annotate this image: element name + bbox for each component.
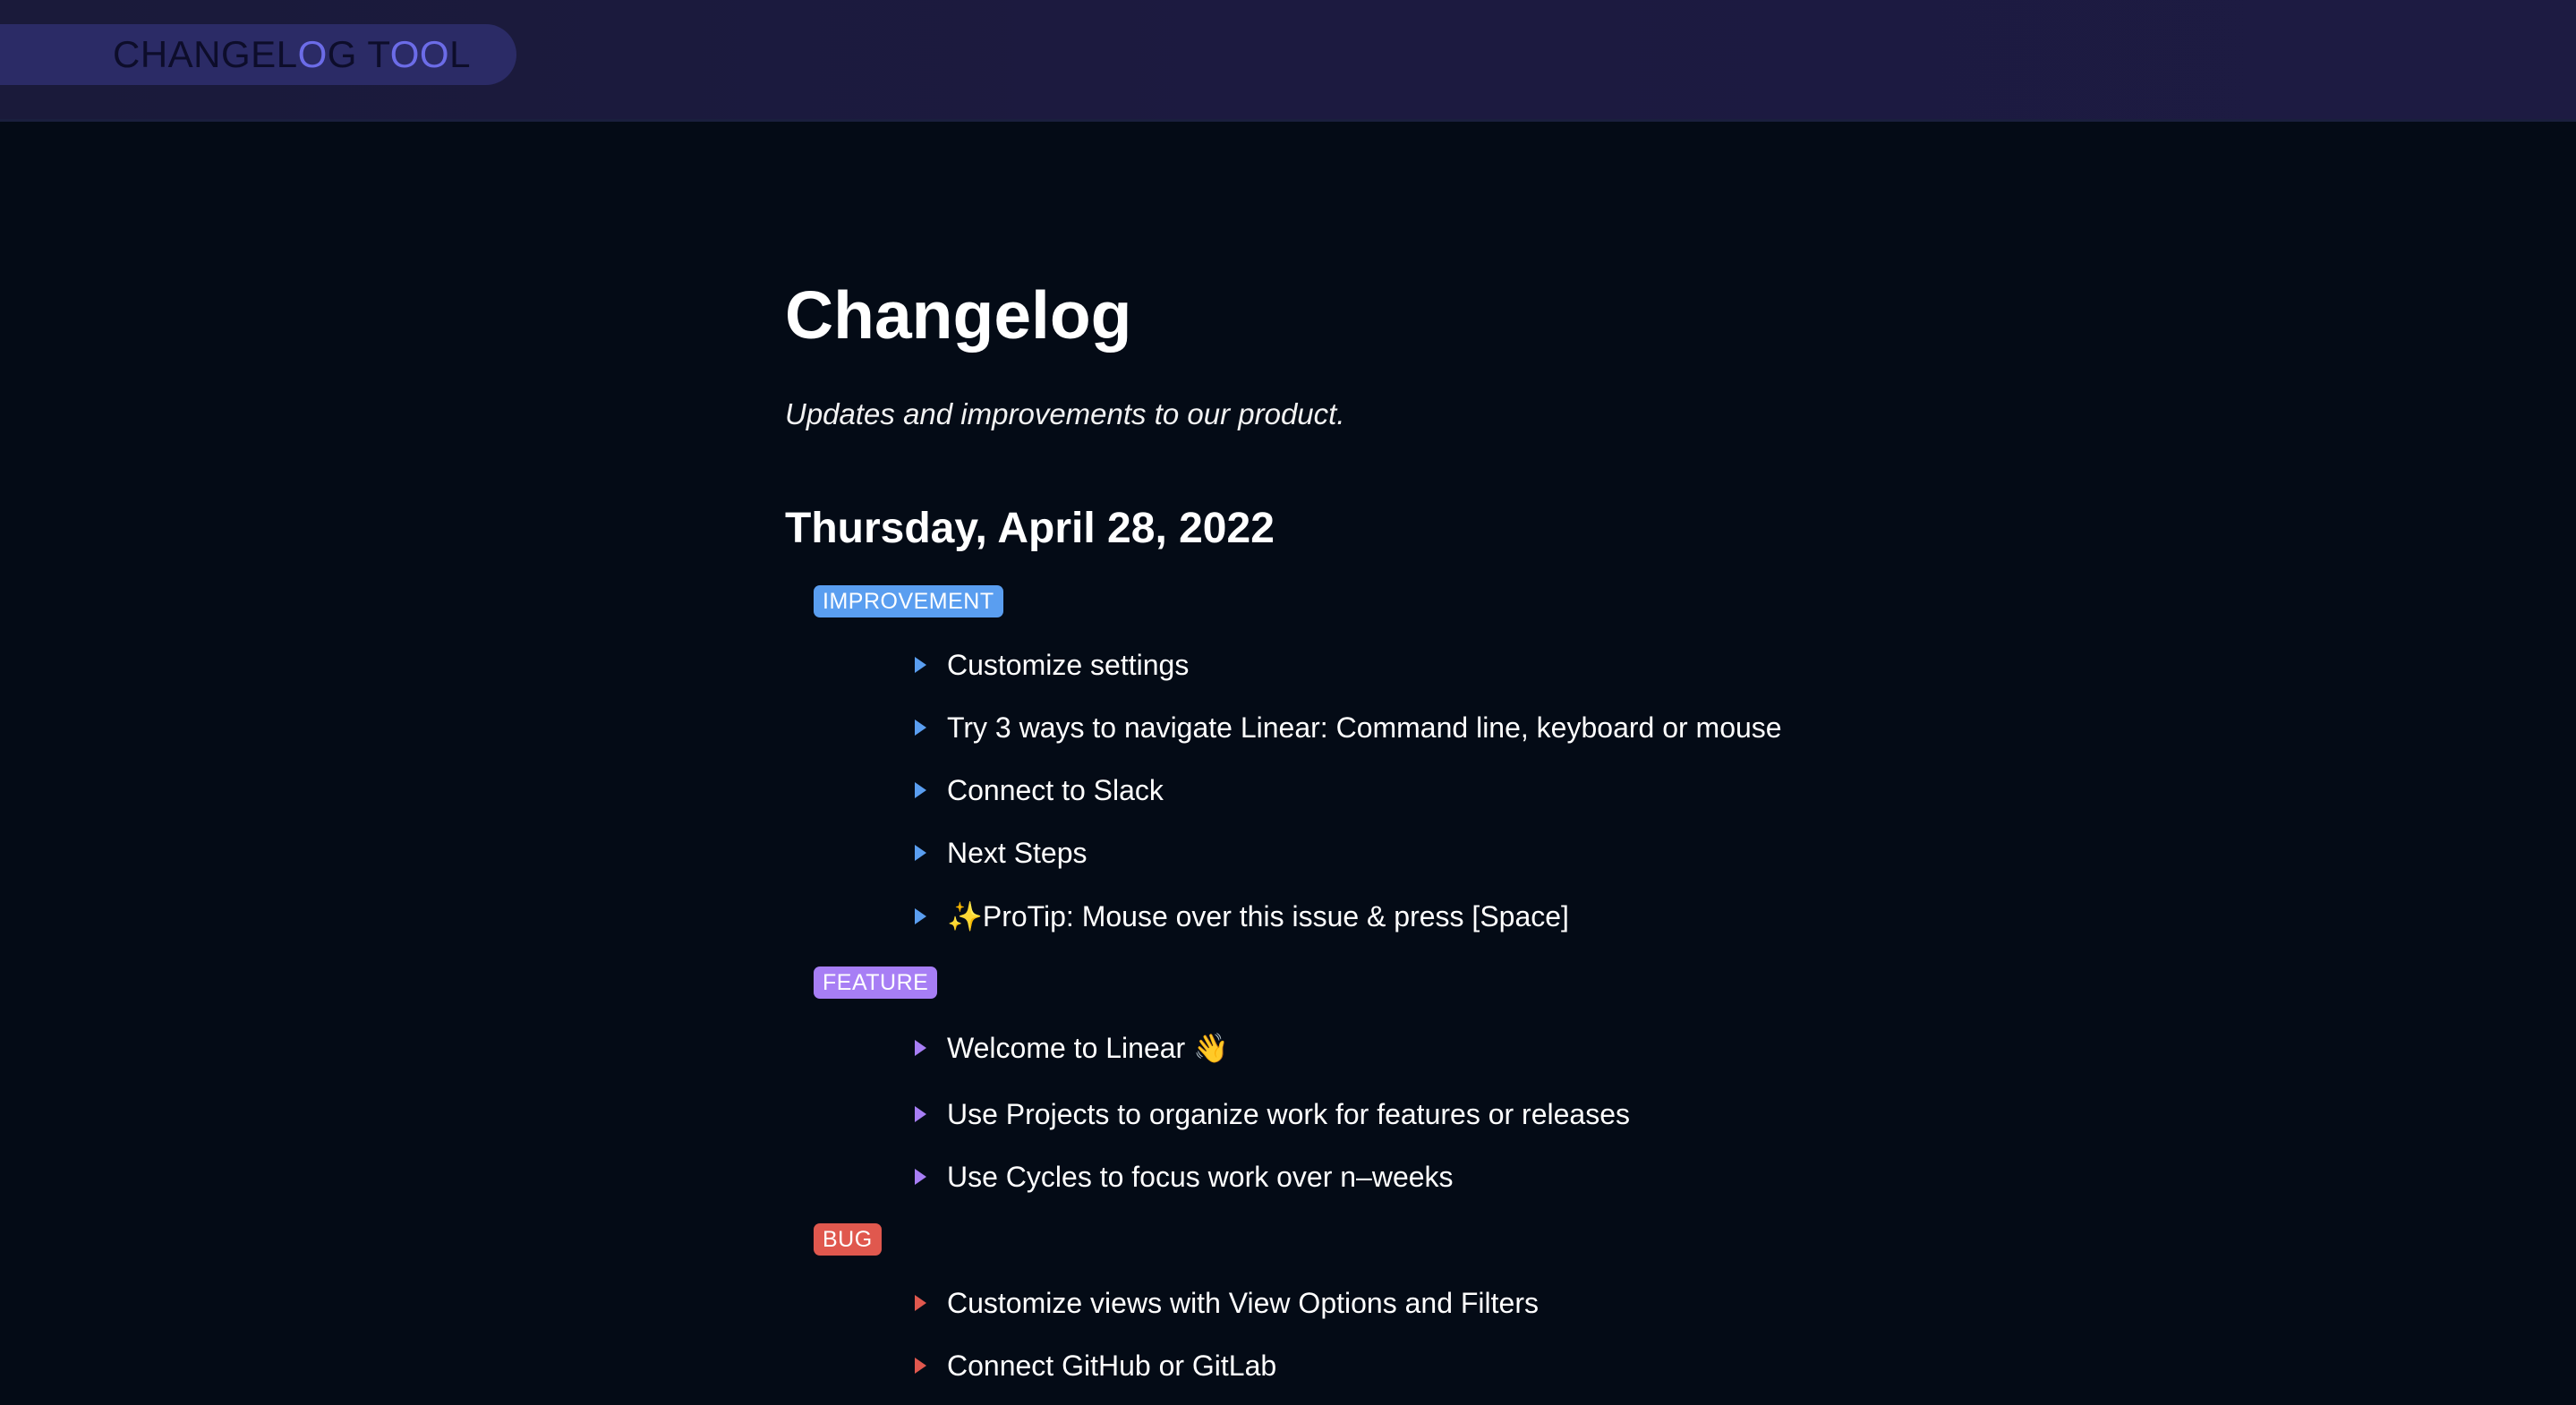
bug-badge: BUG xyxy=(814,1223,882,1256)
list-item-label: Use Cycles to focus work over n–weeks xyxy=(947,1161,1454,1193)
caret-right-icon xyxy=(915,782,926,798)
list-item[interactable]: ✨ProTip: Mouse over this issue & press [… xyxy=(915,898,1569,934)
caret-right-icon xyxy=(915,1169,926,1185)
list-item-label: Use Projects to organize work for featur… xyxy=(947,1098,1630,1130)
list-item[interactable]: Next Steps xyxy=(915,835,1088,871)
entry-date: Thursday, April 28, 2022 xyxy=(785,505,1275,552)
list-item[interactable]: Try 3 ways to navigate Linear: Command l… xyxy=(915,710,1782,745)
improvement-badge: IMPROVEMENT xyxy=(814,585,1003,617)
list-item-label: Next Steps xyxy=(947,837,1088,869)
list-item-label: Connect to Slack xyxy=(947,774,1164,806)
list-item-label: Try 3 ways to navigate Linear: Command l… xyxy=(947,711,1782,744)
list-item[interactable]: Connect GitHub or GitLab xyxy=(915,1348,1276,1384)
caret-right-icon xyxy=(915,845,926,861)
list-item-label: ✨ProTip: Mouse over this issue & press [… xyxy=(947,900,1569,932)
caret-right-icon xyxy=(915,720,926,736)
list-item-label: Connect GitHub or GitLab xyxy=(947,1350,1277,1382)
caret-right-icon xyxy=(915,1106,926,1122)
list-item-label: Welcome to Linear 👋 xyxy=(947,1032,1229,1064)
feature-badge: FEATURE xyxy=(814,966,938,999)
list-item[interactable]: Customize views with View Options and Fi… xyxy=(915,1285,1539,1321)
list-item-label: Customize views with View Options and Fi… xyxy=(947,1287,1539,1319)
page-subtitle: Updates and improvements to our product. xyxy=(785,397,1345,430)
list-item[interactable]: Use Cycles to focus work over n–weeks xyxy=(915,1159,1454,1195)
list-item[interactable]: Welcome to Linear 👋 xyxy=(915,1030,1229,1066)
caret-right-icon xyxy=(915,1040,926,1056)
list-item[interactable]: Connect to Slack xyxy=(915,772,1164,808)
list-item[interactable]: Customize settings xyxy=(915,647,1189,683)
list-item-label: Customize settings xyxy=(947,649,1190,681)
caret-right-icon xyxy=(915,1358,926,1374)
caret-right-icon xyxy=(915,657,926,673)
caret-right-icon xyxy=(915,1295,926,1311)
list-item[interactable]: Use Projects to organize work for featur… xyxy=(915,1096,1630,1132)
top-bar: CHANGELOG TOOL xyxy=(0,0,2576,122)
caret-right-icon xyxy=(915,908,926,924)
brand-logo[interactable]: CHANGELOG TOOL xyxy=(0,24,516,85)
page-title: Changelog xyxy=(785,277,1132,353)
brand-name: CHANGELOG TOOL xyxy=(113,33,471,75)
